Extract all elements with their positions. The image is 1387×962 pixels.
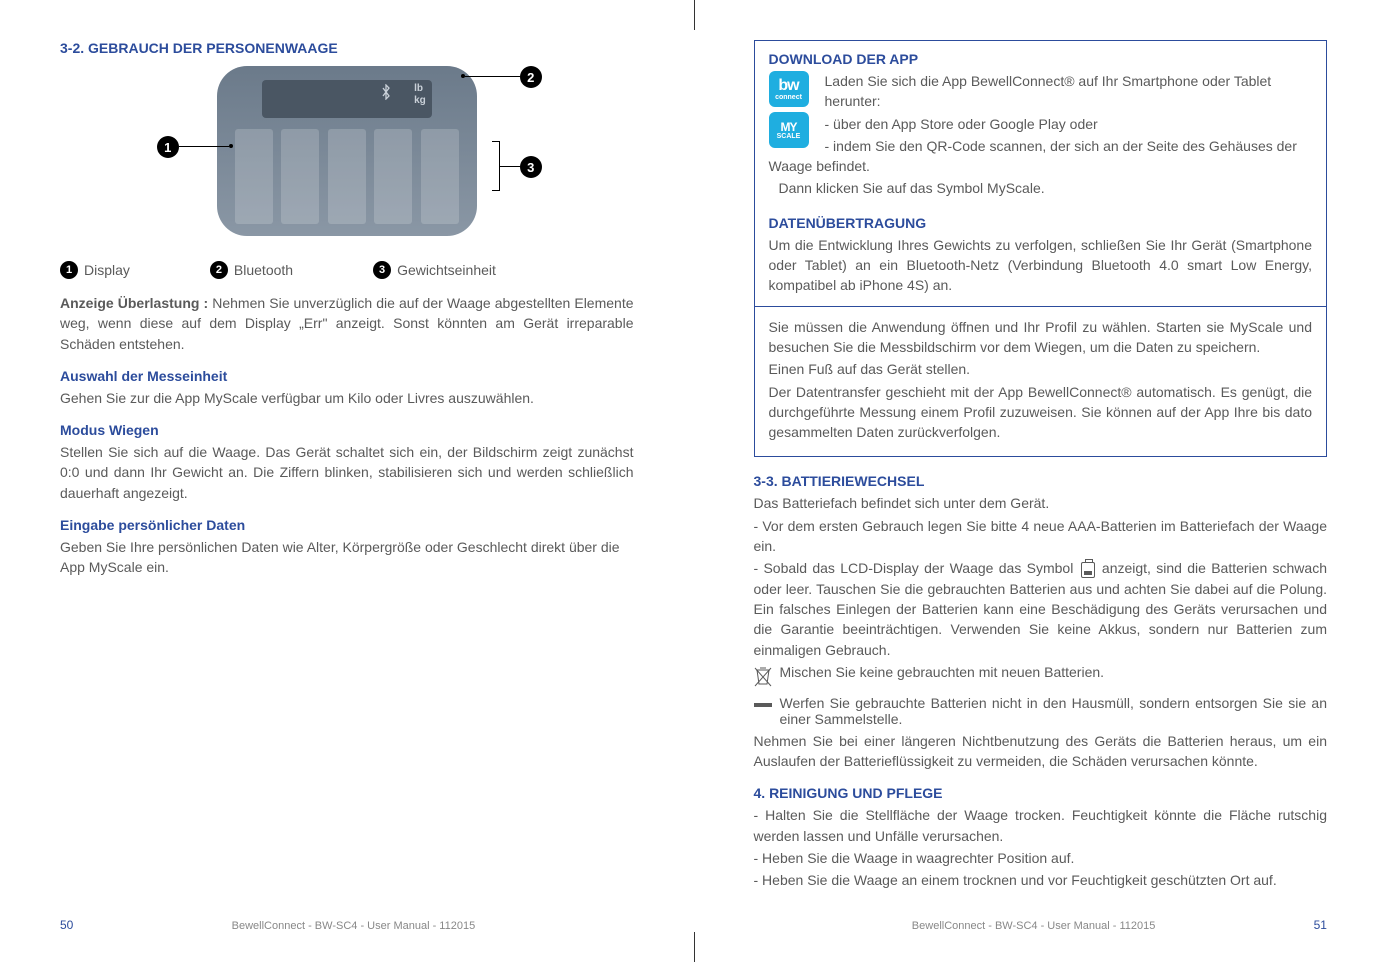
clean-line-1: - Halten Sie die Stellfläche der Waage t… (754, 805, 1328, 846)
heading-unit: Auswahl der Messeinheit (60, 368, 634, 384)
box-divider (755, 306, 1327, 307)
batt-line-1: Das Batteriefach befindet sich unter dem… (754, 493, 1328, 513)
page-number: 51 (1314, 918, 1327, 932)
download-line-1: Laden Sie sich die App BewellConnect® au… (769, 71, 1313, 112)
personal-text: Geben Sie Ihre persönlichen Daten wie Al… (60, 537, 634, 578)
overload-label: Anzeige Überlastung : (60, 295, 212, 311)
diagram-display (262, 80, 432, 118)
weee-bin-icon (754, 666, 772, 691)
overload-paragraph: Anzeige Überlastung : Nehmen Sie unverzü… (60, 293, 634, 354)
myscale-app-icon: MY SCALE (769, 112, 809, 148)
unit-text: Gehen Sie zur die App MyScale verfügbar … (60, 388, 634, 408)
diagram-stripes (235, 129, 459, 224)
legend-item-2: 2Bluetooth (210, 261, 293, 279)
heading-3-2: 3-2. GEBRAUCH DER PERSONENWAAGE (60, 40, 634, 56)
download-line-4: Dann klicken Sie auf das Symbol MyScale. (769, 178, 1313, 198)
bluetooth-icon (380, 84, 392, 103)
legend-label: Gewichtseinheit (397, 262, 496, 278)
callout-1: 1 (157, 136, 179, 158)
scale-diagram: 1 2 3 (187, 66, 507, 236)
callout-3: 3 (520, 156, 542, 178)
callout-2: 2 (520, 66, 542, 88)
legend-label: Display (84, 262, 130, 278)
footer-right: BewellConnect - BW-SC4 - User Manual - 1… (754, 898, 1328, 932)
data-line-1: Um die Entwicklung Ihres Gewichts zu ver… (769, 235, 1313, 296)
heading-3-3: 3-3. BATTIERIEWECHSEL (754, 473, 1328, 489)
footer-text: BewellConnect - BW-SC4 - User Manual - 1… (912, 920, 1156, 932)
heading-4: 4. REINIGUNG UND PFLEGE (754, 785, 1328, 801)
data-line-4: Der Datentransfer geschieht mit der App … (769, 382, 1313, 443)
page-spread: 3-2. GEBRAUCH DER PERSONENWAAGE (0, 0, 1387, 962)
heading-download: DOWNLOAD DER APP (769, 51, 1313, 67)
footer-text: BewellConnect - BW-SC4 - User Manual - 1… (232, 920, 476, 932)
legend-item-3: 3Gewichtseinheit (373, 261, 496, 279)
download-line-2: - über den App Store oder Google Play od… (769, 114, 1313, 134)
clean-line-3: - Heben Sie die Waage an einem trocknen … (754, 870, 1328, 890)
heading-personal: Eingabe persönlicher Daten (60, 517, 634, 533)
data-line-2: Sie müssen die Anwendung öffnen und Ihr … (769, 317, 1313, 358)
batt-note-2: Werfen Sie gebrauchte Batterien nicht in… (754, 695, 1328, 727)
batt-line-6: Nehmen Sie bei einer längeren Nichtbenut… (754, 731, 1328, 772)
bewellconnect-app-icon: bw connect (769, 71, 809, 107)
bar-icon (754, 703, 772, 707)
page-left: 3-2. GEBRAUCH DER PERSONENWAAGE (0, 0, 694, 962)
app-icons: bw connect MY SCALE (769, 71, 815, 153)
batt-note-1: Mischen Sie keine gebrauchten mit neuen … (754, 664, 1328, 691)
info-box: DOWNLOAD DER APP bw connect MY SCALE Lad… (754, 40, 1328, 457)
download-line-3: - indem Sie den QR-Code scannen, der sic… (769, 136, 1313, 177)
clean-line-2: - Heben Sie die Waage in waagrechter Pos… (754, 848, 1328, 868)
data-line-3: Einen Fuß auf das Gerät stellen. (769, 359, 1313, 379)
legend-label: Bluetooth (234, 262, 293, 278)
heading-weigh: Modus Wiegen (60, 422, 634, 438)
batt-line-3: - Sobald das LCD-Display der Waage das S… (754, 558, 1328, 659)
diagram-legend: 1Display 2Bluetooth 3Gewichtseinheit (60, 261, 634, 279)
weigh-text: Stellen Sie sich auf die Waage. Das Gerä… (60, 442, 634, 503)
legend-item-1: 1Display (60, 261, 130, 279)
low-battery-icon (1081, 562, 1095, 578)
footer-left: 50 BewellConnect - BW-SC4 - User Manual … (60, 898, 634, 932)
page-number: 50 (60, 918, 73, 932)
page-right: DOWNLOAD DER APP bw connect MY SCALE Lad… (694, 0, 1387, 962)
heading-datatransfer: DATENÜBERTRAGUNG (769, 215, 1313, 231)
batt-line-2: - Vor dem ersten Gebrauch legen Sie bitt… (754, 516, 1328, 557)
